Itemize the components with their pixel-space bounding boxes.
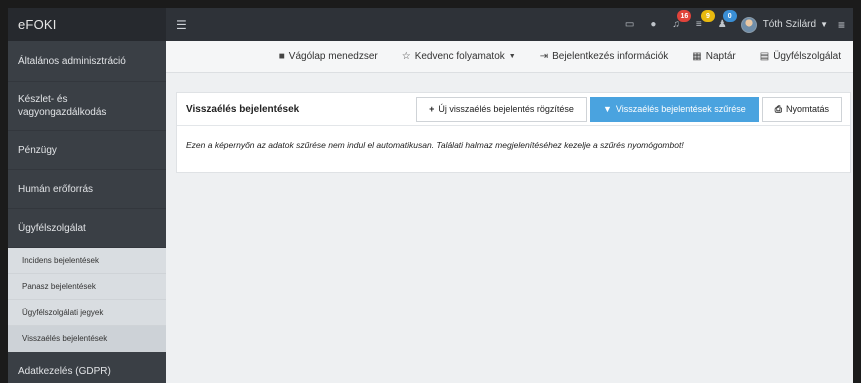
sidebar-item-hr[interactable]: Humán erőforrás	[8, 170, 166, 209]
caret-down-icon: ▼	[508, 53, 516, 60]
calendar-label: Naptár	[705, 51, 736, 62]
sidebar-item-gdpr[interactable]: Adatkezelés (GDPR)	[8, 352, 166, 383]
top-bar-actions: ▭ ● ♫ 16 ≡ 9 ♟ 0 Tóth Szilárd ▼ ≡	[609, 8, 853, 41]
message-badge: 9	[700, 10, 715, 22]
abuse-reports-panel: Visszaélés bejelentések + Új visszaélés …	[176, 92, 851, 173]
sidebar-subitem-tickets[interactable]: Ügyfélszolgálati jegyek	[8, 300, 166, 326]
clipboard-icon: ■	[278, 51, 285, 62]
envelope-icon[interactable]: ≡ 9	[696, 10, 715, 30]
app-logo[interactable]: eFOKI	[8, 8, 166, 41]
sidebar-item-admin[interactable]: Általános adminisztráció	[8, 41, 166, 82]
menu-icon[interactable]: ≡	[838, 18, 845, 32]
calendar-icon: ▦	[692, 51, 702, 62]
sidebar-submenu: Incidens bejelentések Panasz bejelentése…	[8, 248, 166, 352]
print-icon: ⎙	[774, 103, 782, 114]
sign-in-icon: ⇥	[539, 51, 549, 62]
chat-icon: ▤	[759, 51, 770, 62]
hamburger-icon[interactable]: ☰	[176, 18, 187, 32]
avatar[interactable]	[740, 16, 757, 33]
star-icon: ☆	[401, 51, 411, 62]
plus-icon: +	[429, 104, 435, 114]
info-message: Ezen a képernyőn az adatok szűrése nem i…	[186, 140, 684, 150]
bell-icon[interactable]: ♫ 16	[672, 10, 692, 30]
globe-icon[interactable]: ●	[650, 19, 656, 30]
favorites-label: Kedvenc folyamatok	[414, 51, 505, 62]
monitor-icon[interactable]: ▭	[625, 19, 634, 30]
favorites-link[interactable]: ☆ Kedvenc folyamatok ▼	[402, 51, 516, 62]
chevron-down-icon[interactable]: ▼	[820, 20, 828, 29]
app-window: eFOKI ☰ ▭ ● ♫ 16 ≡ 9 ♟ 0 Tóth Szilárd ▼ …	[8, 8, 853, 383]
calendar-link[interactable]: ▦ Naptár	[692, 51, 735, 62]
notification-badge: 16	[677, 10, 692, 22]
top-bar: eFOKI ☰ ▭ ● ♫ 16 ≡ 9 ♟ 0 Tóth Szilárd ▼ …	[8, 8, 853, 41]
add-report-label: Új visszaélés bejelentés rögzítése	[438, 104, 574, 114]
clipboard-manager-link[interactable]: ■ Vágólap menedzser	[279, 51, 378, 62]
sidebar-subitem-incidents[interactable]: Incidens bejelentések	[8, 248, 166, 274]
support-label: Ügyfélszolgálat	[773, 51, 841, 62]
page-title: Visszaélés bejelentések	[186, 103, 300, 115]
filter-reports-button[interactable]: ▼ Visszaélés bejelentések szűrése	[589, 96, 759, 122]
support-link[interactable]: ▤ Ügyfélszolgálat	[760, 51, 841, 62]
users-icon[interactable]: ♟ 0	[718, 10, 737, 30]
login-info-label: Bejelentkezés információk	[552, 51, 669, 62]
clipboard-manager-label: Vágólap menedzser	[288, 51, 378, 62]
login-info-link[interactable]: ⇥ Bejelentkezés információk	[540, 51, 669, 62]
filter-icon: ▼	[602, 104, 612, 114]
add-report-button[interactable]: + Új visszaélés bejelentés rögzítése	[416, 96, 587, 122]
user-menu[interactable]: Tóth Szilárd	[763, 19, 816, 30]
sidebar: Általános adminisztráció Készlet- és vag…	[8, 41, 166, 383]
panel-actions: + Új visszaélés bejelentés rögzítése ▼ V…	[413, 96, 842, 122]
sidebar-item-support[interactable]: Ügyfélszolgálat	[8, 209, 166, 248]
print-label: Nyomtatás	[785, 104, 829, 114]
sidebar-subitem-abuse-reports[interactable]: Visszaélés bejelentések	[8, 326, 166, 352]
filter-reports-label: Visszaélés bejelentések szűrése	[615, 104, 746, 114]
sidebar-subitem-complaints[interactable]: Panasz bejelentések	[8, 274, 166, 300]
users-badge: 0	[722, 10, 737, 22]
panel-header: Visszaélés bejelentések + Új visszaélés …	[177, 93, 850, 126]
print-button[interactable]: ⎙ Nyomtatás	[761, 96, 842, 122]
sidebar-item-finance[interactable]: Pénzügy	[8, 131, 166, 170]
secondary-nav: ■ Vágólap menedzser ☆ Kedvenc folyamatok…	[166, 41, 853, 73]
sidebar-item-inventory[interactable]: Készlet- és vagyongazdálkodás	[8, 82, 166, 131]
